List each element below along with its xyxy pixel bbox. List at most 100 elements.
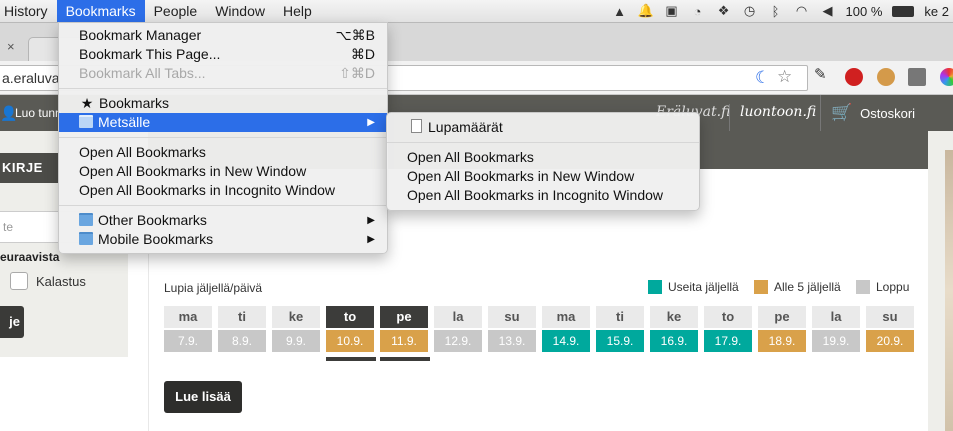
other-bookmarks-item[interactable]: Other Bookmarks ▶	[59, 211, 387, 230]
shortcut: ⌥⌘B	[335, 27, 375, 43]
notification-bell-icon[interactable]: 🔔	[637, 3, 653, 18]
folder-icon	[79, 213, 93, 226]
color-wheel-icon[interactable]	[940, 68, 953, 86]
bookmarks-menu: Bookmark Manager ⌥⌘B Bookmark This Page..…	[58, 22, 388, 254]
sub-open-all-incognito-item[interactable]: Open All Bookmarks in Incognito Window	[387, 186, 699, 205]
calendar-day-label[interactable]: la	[812, 306, 860, 328]
metsalle-folder-item[interactable]: Metsälle ▶	[59, 113, 387, 132]
calendar-day-label[interactable]: ke	[272, 306, 320, 328]
legend-swatch	[754, 280, 768, 294]
item-label: Open All Bookmarks in Incognito Window	[407, 187, 664, 203]
calendar-day-label[interactable]: to	[704, 306, 752, 328]
moon-icon[interactable]: ☾	[755, 68, 770, 88]
menu-history[interactable]: History	[0, 0, 57, 22]
wifi-lock-icon[interactable]: ◔	[690, 4, 706, 19]
item-label: Bookmark All Tabs...	[79, 65, 206, 81]
legend-label: Useita jäljellä	[668, 280, 739, 294]
monitor-icon[interactable]: ▣	[664, 3, 680, 18]
calendar-date-cell[interactable]: 16.9.	[650, 330, 698, 352]
menu-people[interactable]: People	[145, 0, 207, 22]
kalastus-checkbox[interactable]	[10, 272, 28, 290]
read-more-button[interactable]: Lue lisää	[164, 381, 242, 413]
calendar-date-cell[interactable]: 7.9.	[164, 330, 212, 352]
wifi-icon[interactable]: ◠	[794, 3, 810, 18]
triangle-icon[interactable]: ▲	[612, 4, 628, 19]
dropbox-icon[interactable]: ❖	[716, 3, 732, 18]
folder-icon	[79, 115, 93, 128]
disabled-extension-icon[interactable]	[908, 68, 926, 86]
legend-label: Alle 5 jäljellä	[774, 280, 841, 294]
sub-open-all-item[interactable]: Open All Bookmarks	[387, 148, 699, 167]
bookmarks-bar-item[interactable]: ★ Bookmarks	[59, 94, 387, 113]
calendar-day-label[interactable]: pe	[380, 306, 428, 328]
volume-icon[interactable]: ◀	[820, 3, 836, 18]
kirje-heading: KIRJE	[0, 153, 58, 183]
calendar-day-label[interactable]: la	[434, 306, 482, 328]
sub-open-all-new-window-item[interactable]: Open All Bookmarks in New Window	[387, 167, 699, 186]
cart-icon: 🛒	[831, 103, 853, 122]
menu-bar: History Bookmarks People Window Help ▲ 🔔…	[0, 0, 953, 23]
bookmark-all-tabs-item: Bookmark All Tabs... ⇧⌘D	[59, 64, 387, 83]
menu-help[interactable]: Help	[274, 0, 321, 22]
calendar-day-label[interactable]: ma	[164, 306, 212, 328]
bookmark-this-page-item[interactable]: Bookmark This Page... ⌘D	[59, 45, 387, 64]
metsalle-submenu: Lupamäärät Open All Bookmarks Open All B…	[386, 112, 700, 211]
calendar-day-label[interactable]: ti	[218, 306, 266, 328]
calendar-date-cell[interactable]: 9.9.	[272, 330, 320, 352]
address-text: a.eraluva	[2, 70, 60, 86]
calendar-date-cell[interactable]: 10.9.	[326, 330, 374, 352]
shortcut: ⇧⌘D	[339, 65, 375, 81]
lupamaarat-bookmark[interactable]: Lupamäärät	[387, 118, 699, 137]
open-all-new-window-item[interactable]: Open All Bookmarks in New Window	[59, 162, 387, 181]
calendar-day-label[interactable]: pe	[758, 306, 806, 328]
battery-icon[interactable]	[892, 5, 915, 17]
clock[interactable]: ke 2	[924, 4, 949, 19]
calendar-date-cell[interactable]: 15.9.	[596, 330, 644, 352]
menu-window[interactable]: Window	[206, 0, 274, 22]
calendar-day-label[interactable]: ke	[650, 306, 698, 328]
separator	[59, 137, 387, 138]
item-label: Metsälle	[98, 114, 151, 130]
cart-link[interactable]: 🛒 Ostoskori	[820, 95, 915, 131]
bluetooth-icon[interactable]: ᛒ	[768, 4, 784, 19]
bookmark-star-icon[interactable]: ☆	[777, 67, 792, 87]
submenu-arrow-icon: ▶	[367, 215, 375, 226]
star-icon: ★	[80, 95, 94, 111]
item-label: Open All Bookmarks in New Window	[407, 168, 635, 184]
eyedropper-icon[interactable]: ✎	[814, 65, 832, 83]
separator	[387, 142, 699, 143]
calendar-date-cell[interactable]: 19.9.	[812, 330, 860, 352]
calendar-day-label[interactable]: to	[326, 306, 374, 328]
calendar-date-cell[interactable]: 14.9.	[542, 330, 590, 352]
left-input-placeholder: te	[3, 220, 14, 234]
calendar-date-cell[interactable]: 11.9.	[380, 330, 428, 352]
adblock-icon[interactable]	[845, 68, 863, 86]
selected-day-indicator	[326, 357, 376, 361]
calendar-day-label[interactable]: su	[866, 306, 914, 328]
calendar-day-label[interactable]: ti	[596, 306, 644, 328]
calendar-date-cell[interactable]: 8.9.	[218, 330, 266, 352]
item-label: Bookmark Manager	[79, 27, 202, 43]
legend-swatch	[856, 280, 870, 294]
left-button[interactable]: je	[0, 306, 24, 338]
legend-swatch	[648, 280, 662, 294]
calendar-date-cell[interactable]: 12.9.	[434, 330, 482, 352]
calendar-date-cell[interactable]: 20.9.	[866, 330, 914, 352]
mobile-bookmarks-item[interactable]: Mobile Bookmarks ▶	[59, 230, 387, 249]
cookie-icon[interactable]	[877, 68, 895, 86]
item-label: Open All Bookmarks	[407, 149, 534, 165]
calendar-date-cell[interactable]: 18.9.	[758, 330, 806, 352]
calendar-day-label[interactable]: su	[488, 306, 536, 328]
open-all-incognito-item[interactable]: Open All Bookmarks in Incognito Window	[59, 181, 387, 200]
page-icon	[411, 119, 422, 133]
bookmark-manager-item[interactable]: Bookmark Manager ⌥⌘B	[59, 26, 387, 45]
close-tab-icon[interactable]: ×	[7, 39, 15, 54]
login-link[interactable]: Luo tunn	[15, 106, 62, 120]
menu-bookmarks[interactable]: Bookmarks	[56, 0, 145, 22]
calendar-date-cell[interactable]: 17.9.	[704, 330, 752, 352]
time-machine-icon[interactable]: ◷	[742, 3, 758, 18]
calendar-day-label[interactable]: ma	[542, 306, 590, 328]
open-all-item[interactable]: Open All Bookmarks	[59, 143, 387, 162]
submenu-arrow-icon: ▶	[367, 117, 375, 128]
calendar-date-cell[interactable]: 13.9.	[488, 330, 536, 352]
